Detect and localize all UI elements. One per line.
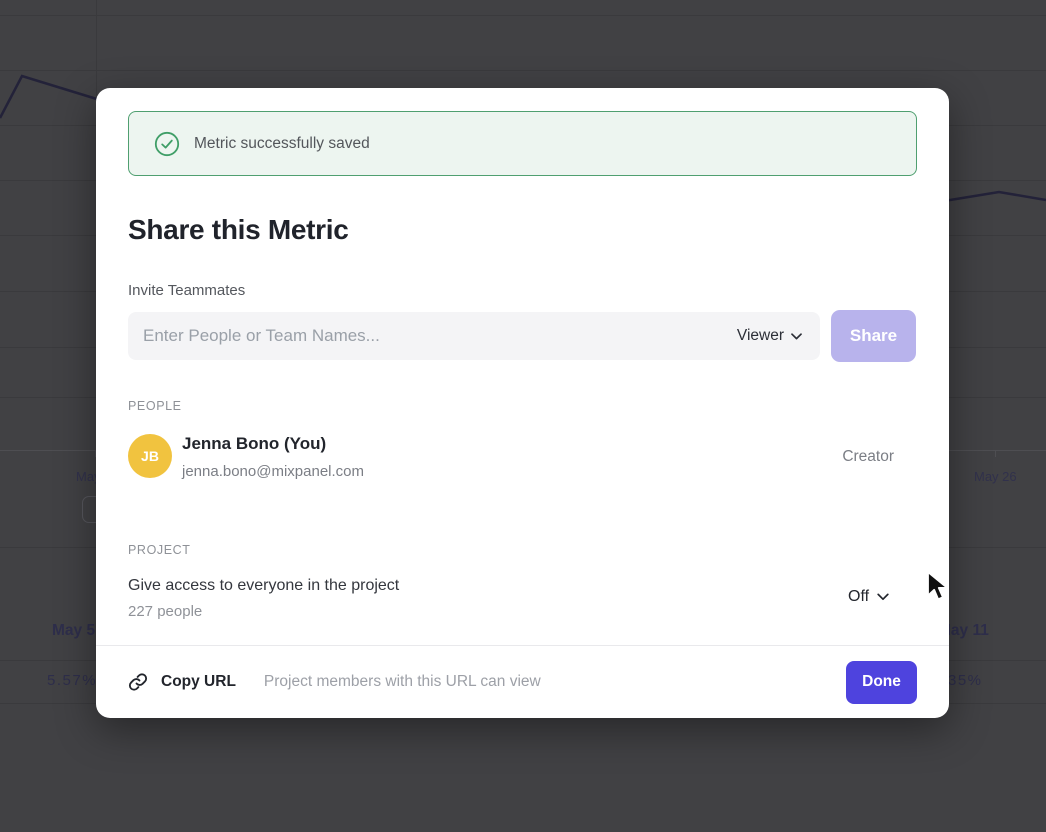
success-banner: Metric successfully saved: [128, 111, 917, 176]
role-selector[interactable]: Viewer: [737, 327, 802, 345]
avatar: JB: [128, 434, 172, 478]
member-email: jenna.bono@mixpanel.com: [182, 463, 364, 480]
done-button[interactable]: Done: [846, 661, 917, 704]
copy-url-label: Copy URL: [161, 673, 236, 691]
share-metric-modal: Metric successfully saved Share this Met…: [96, 88, 949, 718]
link-icon: [128, 672, 148, 692]
project-access-selector[interactable]: Off: [848, 588, 889, 606]
member-name: Jenna Bono (You): [182, 434, 326, 454]
check-circle-icon: [154, 131, 180, 157]
invite-input-container: Viewer: [128, 312, 820, 360]
avatar-initials: JB: [141, 448, 159, 464]
table-date-left: May 5: [52, 622, 95, 640]
project-people-count: 227 people: [128, 603, 202, 620]
modal-footer: Copy URL Project members with this URL c…: [128, 646, 917, 718]
people-section-label: PEOPLE: [128, 399, 182, 413]
share-button[interactable]: Share: [831, 310, 916, 362]
member-role-label: Creator: [842, 448, 894, 466]
copy-url-button[interactable]: Copy URL: [128, 672, 236, 692]
chevron-down-icon: [791, 333, 802, 340]
table-value-left: 5.57%: [47, 672, 97, 689]
modal-title: Share this Metric: [128, 214, 349, 246]
project-access-value: Off: [848, 588, 869, 606]
invite-teammates-label: Invite Teammates: [128, 282, 245, 299]
chevron-down-icon: [877, 593, 889, 601]
x-axis-label-right: May 26: [974, 469, 1017, 484]
project-access-title: Give access to everyone in the project: [128, 577, 399, 595]
role-selector-value: Viewer: [737, 327, 784, 345]
success-banner-text: Metric successfully saved: [194, 135, 370, 153]
table-value-right: 35%: [948, 672, 983, 689]
invite-input[interactable]: [143, 326, 737, 346]
project-section-label: PROJECT: [128, 543, 191, 557]
url-access-hint: Project members with this URL can view: [264, 673, 541, 691]
